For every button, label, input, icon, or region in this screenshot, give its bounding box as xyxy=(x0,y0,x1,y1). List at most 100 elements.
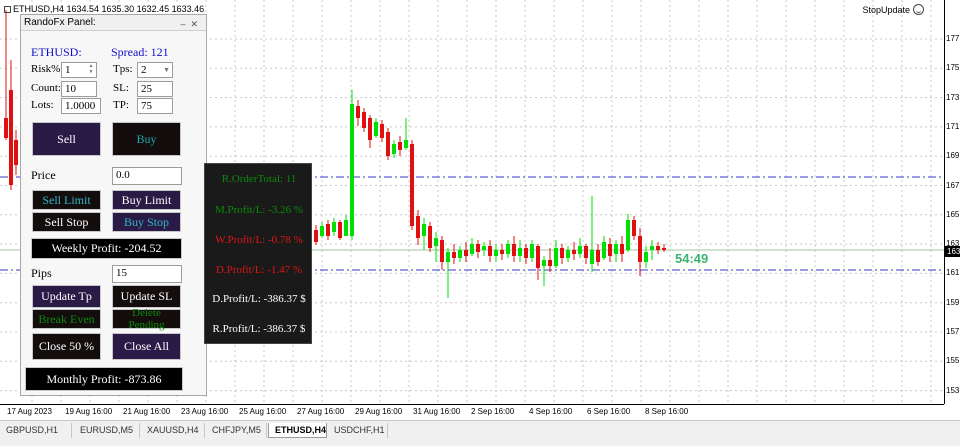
candle-body xyxy=(560,248,564,258)
time-tick-label: 4 Sep 16:00 xyxy=(529,407,573,416)
symbol-label: ETHUSD: xyxy=(31,45,82,59)
tp-input[interactable]: 75 xyxy=(137,98,173,114)
close-50-button[interactable]: Close 50 % xyxy=(32,333,101,360)
candle-body xyxy=(494,250,498,256)
sell-limit-button[interactable]: Sell Limit xyxy=(32,190,101,210)
break-even-button[interactable]: Break Even xyxy=(32,309,101,329)
candle-body xyxy=(404,140,408,148)
chart-tab[interactable]: ETHUSD,H4 xyxy=(268,423,327,438)
time-tick-label: 2 Sep 16:00 xyxy=(471,407,515,416)
chart-tab[interactable]: USDCHF,H1 xyxy=(328,423,388,438)
buy-limit-button[interactable]: Buy Limit xyxy=(112,190,181,210)
candle-body xyxy=(626,220,630,250)
price-tick-label: 161 xyxy=(946,268,960,278)
candle-body xyxy=(596,250,600,262)
candle-body xyxy=(476,244,480,252)
chart-tab[interactable]: GBPUSD,H1 xyxy=(0,423,72,438)
candle-body xyxy=(374,122,378,136)
price-input[interactable]: 0.0 xyxy=(112,167,182,185)
tps-select[interactable]: 2 ▼ xyxy=(137,62,173,78)
close-icon[interactable]: ✕ xyxy=(190,19,203,29)
price-tick-label: 171 xyxy=(946,121,960,131)
stats-panel: R.OrderTotal: 11 M.Profit/L: -3.26 % W.P… xyxy=(204,163,312,344)
risk-label: Risk% xyxy=(31,63,61,75)
panel-window-controls: –✕ xyxy=(180,16,203,32)
update-tp-button[interactable]: Update Tp xyxy=(32,285,101,308)
candle-body xyxy=(638,236,642,262)
candle-body xyxy=(452,252,456,258)
candle-body xyxy=(536,246,540,268)
candle-body xyxy=(578,246,582,254)
candle-body xyxy=(590,250,594,264)
update-sl-button[interactable]: Update SL xyxy=(112,285,181,308)
risk-input[interactable]: 1 ▲ ▼ xyxy=(61,62,97,78)
tp-label: TP: xyxy=(113,99,129,111)
sell-button[interactable]: Sell xyxy=(32,122,101,156)
pips-input[interactable]: 15 xyxy=(112,265,182,283)
candle-body xyxy=(362,112,366,128)
candle-body xyxy=(542,260,546,266)
stop-update-text: StopUpdate xyxy=(862,5,910,15)
lots-label: Lots: xyxy=(31,99,54,111)
price-tick-label: 173 xyxy=(946,92,960,102)
stop-update-label: StopUpdate xyxy=(862,4,924,15)
spinner-icon[interactable]: ▲ ▼ xyxy=(87,64,95,76)
candle-body xyxy=(608,244,612,256)
candle-body xyxy=(428,226,432,248)
candle-body xyxy=(440,240,444,262)
candle-body xyxy=(482,246,486,250)
close-all-button[interactable]: Close All xyxy=(112,333,181,360)
pips-label: Pips xyxy=(31,266,52,280)
chart-window-icon xyxy=(4,6,11,13)
price-tick-label: 157 xyxy=(946,327,960,336)
candle-body xyxy=(458,250,462,258)
price-scale[interactable]: 177 175 173 171 169 167 165 163 161 159 157 155 153 1… xyxy=(944,0,960,404)
price-tick-label: 165 xyxy=(946,209,960,219)
chart-tab[interactable]: CHFJPY,M5 xyxy=(206,423,267,438)
lots-input[interactable]: 1.0000 xyxy=(61,98,101,114)
buy-stop-button[interactable]: Buy Stop xyxy=(112,212,181,232)
time-tick-label: 25 Aug 16:00 xyxy=(239,407,287,416)
symbol-header: ETHUSD,H4 1634.54 1635.30 1632.45 1633.4… xyxy=(4,4,204,14)
time-tick-label: 31 Aug 16:00 xyxy=(413,407,461,416)
monthly-profit-pct: M.Profit/L: -3.26 % xyxy=(215,204,303,216)
count-label: Count: xyxy=(31,82,61,94)
panel-title-bar[interactable]: RandoFx Panel: –✕ xyxy=(21,15,206,31)
candle-body xyxy=(320,226,324,236)
price-tick-label: 167 xyxy=(946,180,960,190)
tps-label: Tps: xyxy=(113,63,133,75)
candle-body xyxy=(4,118,8,138)
time-tick-label: 19 Aug 16:00 xyxy=(65,407,113,416)
count-input[interactable]: 10 xyxy=(61,81,97,97)
randofx-panel: RandoFx Panel: –✕ ETHUSD: Spread: 121 Ri… xyxy=(20,14,207,396)
spread-label: Spread: 121 xyxy=(111,45,169,59)
sl-label: SL: xyxy=(113,82,129,94)
price-tick-label: 169 xyxy=(946,151,960,161)
minimize-icon[interactable]: – xyxy=(180,19,190,29)
candle-body xyxy=(584,246,588,258)
candle-body xyxy=(398,142,402,150)
weekly-profit-pct: W.Profit/L: -0.78 % xyxy=(215,234,303,246)
chevron-down-icon[interactable]: ▼ xyxy=(163,63,170,77)
sell-stop-button[interactable]: Sell Stop xyxy=(32,212,101,232)
candle-body xyxy=(464,250,468,256)
time-axis[interactable]: 17 Aug 2023 19 Aug 16:00 21 Aug 16:00 23 Au… xyxy=(0,404,944,420)
sl-input[interactable]: 25 xyxy=(137,81,173,97)
candle-body xyxy=(512,244,516,256)
candle-body xyxy=(338,222,342,238)
candle-body xyxy=(386,132,390,156)
price-tick-label: 177 xyxy=(946,34,960,43)
chart-tab[interactable]: EURUSD,M5 xyxy=(74,423,140,438)
delete-pending-button[interactable]: Delete Pending xyxy=(112,307,181,331)
candle-body xyxy=(488,246,492,256)
chart-tab[interactable]: XAUUSD,H4 xyxy=(141,423,205,438)
daily-profit-pct: D.Profit/L: -1.47 % xyxy=(215,264,303,276)
candle-countdown: 54:49 xyxy=(675,251,709,266)
candle-body xyxy=(530,244,534,258)
order-total: R.OrderTotal: 11 xyxy=(221,173,297,185)
buy-button[interactable]: Buy xyxy=(112,122,181,156)
time-tick-label: 29 Aug 16:00 xyxy=(355,407,403,416)
risk-value: 1 xyxy=(65,64,71,76)
candle-body xyxy=(572,250,576,254)
price-tick-label: 153 xyxy=(946,385,960,395)
